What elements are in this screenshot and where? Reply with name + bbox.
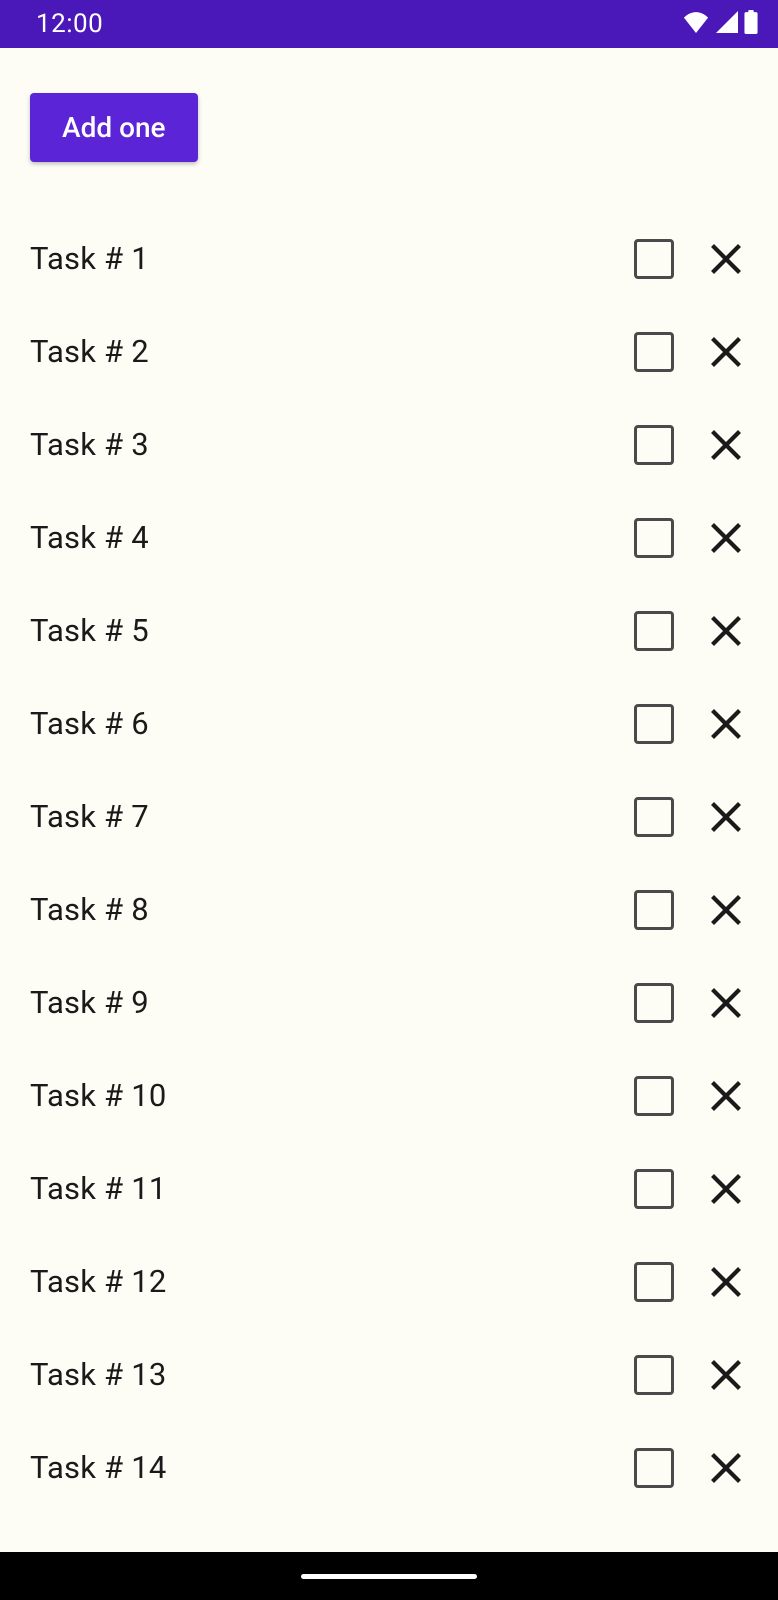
task-label: Task # 13 [30, 1356, 634, 1393]
task-checkbox[interactable] [634, 890, 674, 930]
task-checkbox[interactable] [634, 1076, 674, 1116]
task-row: Task # 8 [30, 863, 748, 956]
task-label: Task # 4 [30, 519, 634, 556]
close-icon[interactable] [704, 1260, 748, 1304]
close-icon[interactable] [704, 423, 748, 467]
task-row: Task # 2 [30, 305, 748, 398]
task-label: Task # 1 [30, 240, 634, 277]
task-label: Task # 8 [30, 891, 634, 928]
task-checkbox[interactable] [634, 1448, 674, 1488]
android-navigation-bar [0, 1552, 778, 1600]
task-row: Task # 1 [30, 212, 748, 305]
close-icon[interactable] [704, 888, 748, 932]
add-one-button[interactable]: Add one [30, 93, 198, 162]
status-bar: 12:00 [0, 0, 778, 48]
task-label: Task # 2 [30, 333, 634, 370]
close-icon[interactable] [704, 1074, 748, 1118]
task-checkbox[interactable] [634, 239, 674, 279]
task-checkbox[interactable] [634, 332, 674, 372]
task-label: Task # 7 [30, 798, 634, 835]
close-icon[interactable] [704, 516, 748, 560]
battery-icon [744, 10, 758, 38]
signal-icon [716, 11, 738, 37]
task-label: Task # 5 [30, 612, 634, 649]
task-row: Task # 6 [30, 677, 748, 770]
task-list[interactable]: Task # 1 Task # 2 Task # 3 Task # 4 Task # 5… [30, 212, 748, 1514]
close-icon[interactable] [704, 1353, 748, 1397]
task-row: Task # 4 [30, 491, 748, 584]
task-checkbox[interactable] [634, 611, 674, 651]
task-row: Task # 9 [30, 956, 748, 1049]
task-label: Task # 14 [30, 1449, 634, 1486]
task-row: Task # 12 [30, 1235, 748, 1328]
close-icon[interactable] [704, 981, 748, 1025]
content-area: Add one Task # 1 Task # 2 Task # 3 Task # 4… [0, 48, 778, 1552]
task-row: Task # 3 [30, 398, 748, 491]
task-row: Task # 10 [30, 1049, 748, 1142]
task-checkbox[interactable] [634, 1169, 674, 1209]
task-label: Task # 3 [30, 426, 634, 463]
task-row: Task # 14 [30, 1421, 748, 1514]
task-row: Task # 11 [30, 1142, 748, 1235]
task-label: Task # 6 [30, 705, 634, 742]
close-icon[interactable] [704, 1167, 748, 1211]
task-label: Task # 12 [30, 1263, 634, 1300]
task-label: Task # 9 [30, 984, 634, 1021]
close-icon[interactable] [704, 237, 748, 281]
task-row: Task # 13 [30, 1328, 748, 1421]
task-row: Task # 5 [30, 584, 748, 677]
close-icon[interactable] [704, 1446, 748, 1490]
status-icons [682, 10, 758, 38]
task-checkbox[interactable] [634, 704, 674, 744]
wifi-icon [682, 11, 710, 37]
close-icon[interactable] [704, 609, 748, 653]
close-icon[interactable] [704, 795, 748, 839]
status-time: 12:00 [36, 9, 103, 39]
task-checkbox[interactable] [634, 983, 674, 1023]
task-label: Task # 11 [30, 1170, 634, 1207]
task-label: Task # 10 [30, 1077, 634, 1114]
task-row: Task # 7 [30, 770, 748, 863]
task-checkbox[interactable] [634, 518, 674, 558]
task-checkbox[interactable] [634, 797, 674, 837]
task-checkbox[interactable] [634, 1262, 674, 1302]
task-checkbox[interactable] [634, 425, 674, 465]
task-checkbox[interactable] [634, 1355, 674, 1395]
home-gesture-pill[interactable] [301, 1574, 477, 1579]
close-icon[interactable] [704, 330, 748, 374]
close-icon[interactable] [704, 702, 748, 746]
